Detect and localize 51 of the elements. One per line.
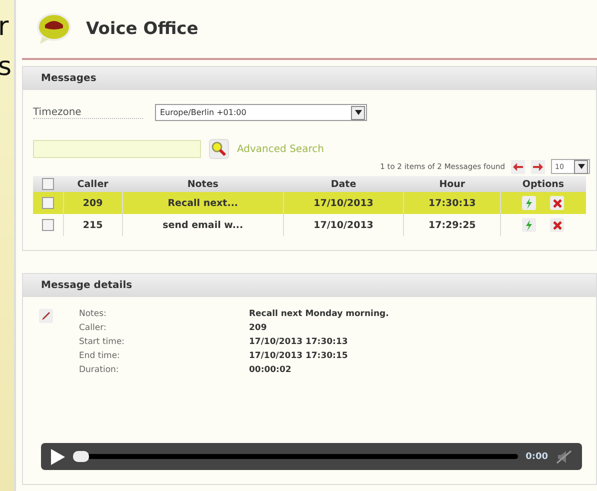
caller-cell: 215 — [82, 220, 103, 230]
detail-label: Notes: — [79, 309, 108, 319]
mute-button[interactable] — [556, 450, 572, 464]
logo-icon — [36, 13, 72, 45]
column-header: Options — [522, 178, 564, 190]
delete-icon[interactable] — [550, 218, 564, 232]
background-letter: r — [0, 14, 10, 40]
app-title: Voice Office — [86, 19, 198, 39]
panel-header: Message details — [23, 274, 596, 297]
caller-cell: 209 — [82, 198, 103, 208]
notes-cell: Recall next... — [168, 198, 238, 208]
edit-icon[interactable] — [39, 309, 53, 323]
date-cell: 17/10/2013 — [314, 220, 374, 230]
panel-header: Messages — [23, 67, 596, 90]
caret-icon — [578, 164, 584, 169]
detail-value: 00:00:02 — [249, 365, 292, 375]
column-header: Date — [330, 178, 356, 190]
delete-icon[interactable] — [550, 196, 564, 210]
hour-cell: 17:29:25 — [428, 220, 476, 230]
notes-cell: send email w... — [162, 220, 244, 230]
detail-label: End time: — [79, 351, 121, 361]
detail-label: Start time: — [79, 337, 126, 347]
timezone-dropdown[interactable]: Europe/Berlin +01:00 — [155, 104, 367, 121]
column-header: Hour — [439, 178, 466, 190]
previous-page-button[interactable] — [511, 160, 525, 174]
detail-label: Caller: — [79, 323, 108, 333]
date-cell: 17/10/2013 — [314, 198, 374, 208]
detail-label: Duration: — [79, 365, 120, 375]
row-checkbox[interactable] — [42, 219, 54, 231]
next-page-button[interactable] — [531, 160, 545, 174]
field-label: Timezone — [33, 106, 143, 118]
hour-cell: 17:30:13 — [428, 198, 476, 208]
progress-thumb[interactable] — [73, 451, 89, 462]
message-row[interactable]: 215 send email w... 17/10/2013 17:29:25 — [33, 214, 586, 236]
time-display: 0:00 — [526, 452, 548, 462]
search-button[interactable] — [209, 139, 229, 159]
call-icon[interactable] — [522, 218, 536, 232]
search-field[interactable] — [33, 140, 201, 158]
detail-value: 209 — [249, 323, 268, 333]
detail-value: 17/10/2013 17:30:15 — [249, 351, 349, 361]
column-header: Notes — [187, 178, 218, 190]
play-button[interactable] — [51, 448, 65, 464]
call-icon[interactable] — [522, 196, 536, 210]
column-header: Caller — [77, 178, 108, 190]
select-all-checkbox[interactable] — [42, 178, 54, 190]
detail-value: Recall next Monday morning. — [249, 309, 389, 319]
row-checkbox[interactable] — [42, 197, 54, 209]
progress-track[interactable] — [73, 454, 518, 459]
message-row[interactable]: 209 Recall next... 17/10/2013 17:30:13 — [33, 192, 586, 214]
caret-icon — [354, 110, 362, 115]
detail-value: 17/10/2013 17:30:13 — [249, 337, 349, 347]
